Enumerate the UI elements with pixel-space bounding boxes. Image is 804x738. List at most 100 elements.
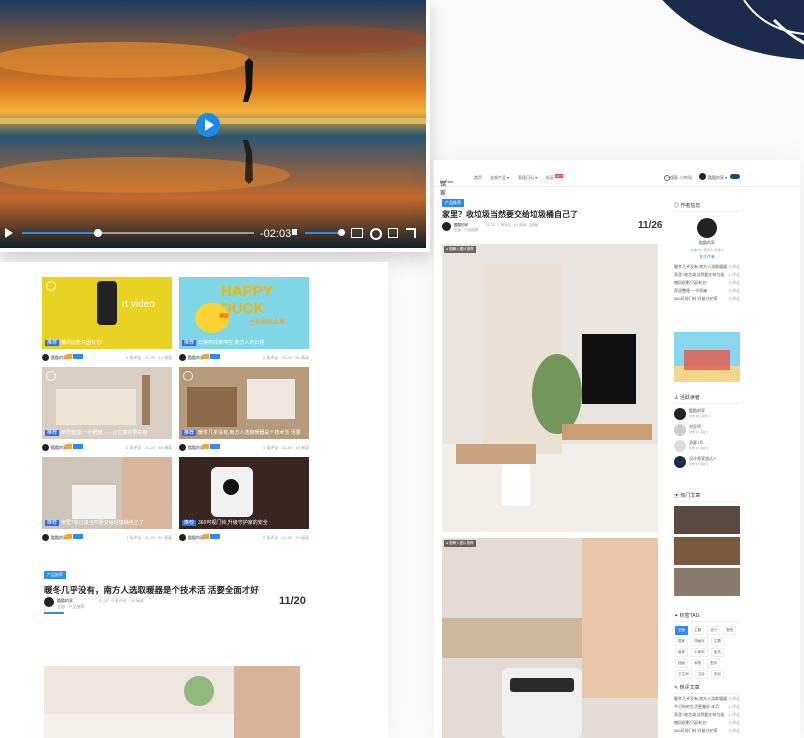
card-thumbnail[interactable]: 推荐 暖冬几乎没有,南方人选取暖器是个技术活 活要 [179,367,309,439]
card-caption: 推荐 家居整理:一半纸箱……让它真的更好用 [45,430,148,436]
follow-link[interactable]: 关注作者 [674,254,740,260]
play-icon[interactable] [5,228,13,238]
card-thumbnail[interactable]: 推荐 360可视门铃,升级守护家的安全 [179,457,309,529]
hot-post-thumb[interactable] [674,568,740,596]
volume-handle[interactable] [338,229,345,236]
volume-icon[interactable] [292,229,297,235]
search-link[interactable]: 搜索 [670,175,678,181]
category-badge[interactable]: 产品推荐 [442,199,464,207]
tag-chip[interactable]: 主题 [710,637,724,646]
article-sub: 全部 · 产品推荐 [57,604,85,609]
card-item[interactable]: rt video 推荐 捕风捉影只因有它! 酷酷的家 0 条评论 · 11-20 ·… [42,277,172,365]
tag-chip[interactable]: 全部 [675,626,688,635]
card-item[interactable]: 推荐 360可视门铃,升级守护家的安全 酷酷的家 0 条评论 · 11-16 · 2… [179,457,309,545]
nav-item-products[interactable]: 全部产品 ▾ [490,175,509,181]
notification-link[interactable]: 小铃铛 [680,175,692,181]
tag-chip[interactable]: 场景化 [691,637,708,646]
avatar [674,456,686,468]
nav-item-community[interactable]: 社区 [546,175,554,181]
popout-icon[interactable] [388,228,398,238]
top-nav-bar: 铭家 HoEme 首页 全部产品 ▾ 家居日记 ▾ 社区 HOT 搜索 小铃铛 … [434,170,800,197]
author-name[interactable]: 酷酷的家 [51,355,67,361]
card-stats: 0 条评论 · 11-20 · 14 阅读 [126,355,172,360]
article-title[interactable]: 家里？收垃圾当然要交给垃圾桶自己了 [442,209,578,220]
article-photo-trash-can[interactable]: ● 图解入图片推荐 [442,538,658,738]
reader-row[interactable]: 酷酷的家 文章 25 | 评论 0 [674,407,740,423]
card-stats: 1 条评论 · 11-20 · 61 阅读 [126,535,172,540]
post-row[interactable]: 捕风捉影只因有它! 0 评论 [674,280,740,286]
tag-chip[interactable]: 设计 [707,626,721,635]
author-name[interactable]: 酷酷的家 [674,240,740,246]
comment-row[interactable]: 360可视门铃,升级守护家 0 评论 [674,728,740,734]
card-thumbnail[interactable]: 推荐 家居整理:一半纸箱……让它真的更好用 [42,367,172,439]
card-caption: 推荐 暖冬几乎没有,南方人选取暖器是个技术活 活要 [182,430,301,436]
tag-chip[interactable]: 配件 [707,659,721,668]
card-img-text: rt video [122,299,155,310]
category-badge[interactable]: 产品推荐 [44,571,66,579]
hot-posts-box: ▣ 热门文章 [674,492,740,596]
user-menu[interactable]: 酷酷的家 ▾ [708,175,727,181]
comment-row[interactable]: 今日你的生活更美好 本月 1 评论 [674,704,740,710]
tag-chip[interactable]: 居家 [675,637,688,646]
author-name[interactable]: 酷酷的家 [188,355,204,361]
comment-row[interactable]: 捕风捉影只因有它! 0 评论 [674,720,740,726]
card-item[interactable]: 推荐 家居整理:一半纸箱……让它真的更好用 酷酷的家 1 条评论 · 11-20 ·… [42,367,172,455]
subtitles-icon[interactable] [351,228,363,238]
article-image-preview[interactable] [44,666,300,738]
post-row[interactable]: 暖冬几乎没有,南方人选取暖器 0 评论 [674,264,740,270]
fullscreen-icon[interactable] [406,228,416,238]
card-stats: 0 条评论 · 11-20 · 50 阅读 [263,355,309,360]
article-meta: 11-20 · 1 条评论 · 61 阅读 · [阅读] [486,223,539,227]
article-photo-living-room[interactable]: ● 图解入图片推荐 [442,244,658,532]
left-article-grid-panel: rt video 推荐 捕风捉影只因有它! 酷酷的家 0 条评论 · 11-20 ·… [0,262,388,738]
tag-chip[interactable]: 主题 [691,626,705,635]
tag-chip[interactable]: 小家电 [691,648,708,657]
nav-item-diary[interactable]: 家居日记 ▾ [518,175,537,181]
card-item[interactable]: HAPPY DUCK 主题插画合集 推荐 日常用线条呼应,南方人的日常 酷酷的家 0… [179,277,309,365]
active-readers-box: ♙ 活跃读者 酷酷的家 文章 25 | 评论 0 刘亚明 文章 0 | 评论 1 游… [674,394,740,471]
hot-post-thumb[interactable] [674,537,740,565]
tag-chip[interactable]: 卫浴 [694,670,708,679]
tag-chip[interactable]: 装修 [675,648,688,657]
sidebar-banner-image[interactable] [674,332,740,382]
author-name[interactable]: 酷酷的家 [51,445,67,451]
post-row[interactable]: 360可视门铃,升级守护家 0 评论 [674,296,740,302]
card-thumbnail[interactable]: HAPPY DUCK 主题插画合集 推荐 日常用线条呼应,南方人的日常 [179,277,309,349]
reader-row[interactable]: 刘亚明 文章 0 | 评论 1 [674,423,740,439]
comment-row[interactable]: 家里?收垃圾当然要交给垃圾 1 评论 [674,712,740,718]
tag-chip[interactable]: 配色 [723,626,737,635]
card-caption: 推荐 360可视门铃,升级守护家的安全 [182,520,268,526]
author-name[interactable]: 酷酷的家 [188,445,204,451]
video-player[interactable]: -02:03 [0,0,430,252]
author-info-box: ◎ 作者信息 酷酷的家 文章 25 | 评论 0 | 点赞 0 关注作者 暖冬几… [674,202,740,304]
card-item[interactable]: 推荐 家里?收垃圾当然要交给垃圾桶自己了 酷酷的家 1 条评论 · 11-20 · … [42,457,172,545]
card-stats: 1 条评论 · 11-20 · 45 阅读 [126,445,172,450]
card-caption: 推荐 捕风捉影只因有它! [45,340,103,346]
card-item[interactable]: 推荐 暖冬几乎没有,南方人选取暖器是个技术活 活要 酷酷的家 0 条评论 · 11-… [179,367,309,455]
nav-item-home[interactable]: 首页 [474,175,482,181]
tag-chip[interactable]: 插画 [675,659,688,668]
card-thumbnail[interactable]: rt video 推荐 捕风捉影只因有它! [42,277,172,349]
reader-row[interactable]: 游客1号 文章 0 | 评论 0 [674,439,740,455]
card-thumbnail[interactable]: 推荐 家里?收垃圾当然要交给垃圾桶自己了 [42,457,172,529]
avatar [699,173,706,180]
reader-row[interactable]: 设计师家居达人 文章 0 | 评论 0 [674,455,740,471]
article-title[interactable]: 暖冬几乎没有，南方人选取暖器是个技术活 活要全面才好 [44,584,259,596]
author-name[interactable]: 酷酷的家 [51,535,67,541]
card-caption: 推荐 家里?收垃圾当然要交给垃圾桶自己了 [45,520,144,526]
comment-row[interactable]: 暖冬几乎没有,南方人选取暖器 0 评论 [674,696,740,702]
play-button[interactable] [196,113,220,137]
progress-handle[interactable] [94,229,102,237]
settings-gear-icon[interactable] [370,228,382,240]
avatar [674,424,686,436]
author-name[interactable]: 酷酷的家 [188,535,204,541]
tag-chip[interactable]: 洗浴 [710,670,724,679]
hot-post-thumb[interactable] [674,506,740,534]
tag-chip[interactable]: 卫生间 [675,670,692,679]
image-tag: ● 图解入图片推荐 [444,540,476,547]
theme-toggle[interactable] [730,174,740,179]
tag-chip[interactable]: 加热 [710,648,724,657]
tag-chip[interactable]: 家具 [691,659,705,668]
post-row[interactable]: 家居整理:一半纸箱 0 评论 [674,288,740,294]
post-row[interactable]: 家里?收垃圾当然要交给垃圾 1 评论 [674,272,740,278]
